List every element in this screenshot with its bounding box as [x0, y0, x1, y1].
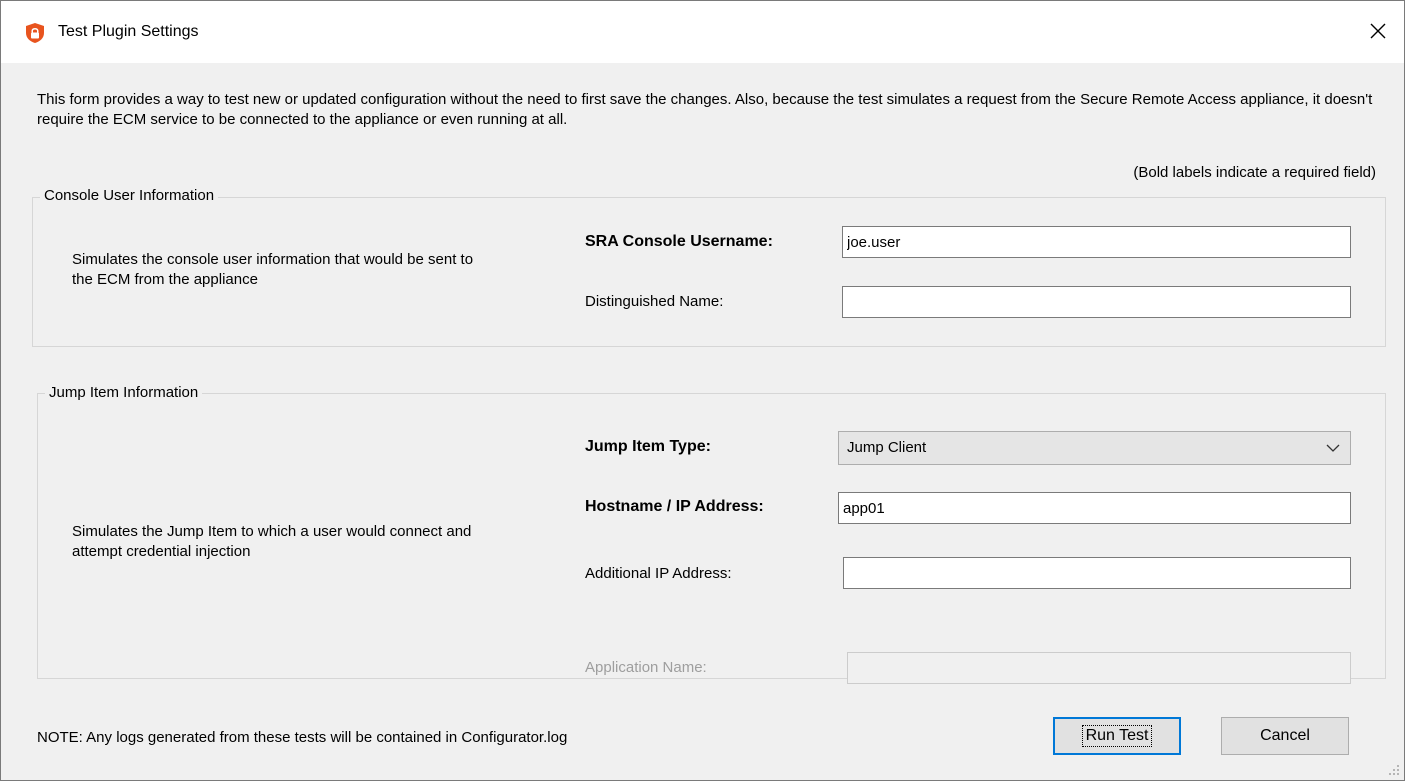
required-field-note: (Bold labels indicate a required field) — [1133, 164, 1376, 181]
sra-console-username-label: SRA Console Username: — [585, 233, 773, 250]
application-name-label: Application Name: — [585, 659, 707, 676]
hostname-ip-label: Hostname / IP Address: — [585, 498, 764, 515]
distinguished-name-input[interactable] — [842, 286, 1351, 318]
run-test-label: Run Test — [1081, 725, 1153, 747]
jump-item-group-title: Jump Item Information — [45, 384, 203, 401]
additional-ip-label: Additional IP Address: — [585, 565, 732, 582]
jump-item-type-dropdown[interactable]: Jump Client — [838, 431, 1351, 465]
cancel-button[interactable]: Cancel — [1221, 717, 1349, 755]
application-name-input — [847, 652, 1351, 684]
log-note: NOTE: Any logs generated from these test… — [37, 729, 568, 746]
close-icon — [1370, 23, 1386, 39]
test-plugin-settings-dialog: Test Plugin Settings This form provides … — [0, 0, 1405, 781]
jump-item-type-label: Jump Item Type: — [585, 438, 711, 455]
cancel-label: Cancel — [1260, 727, 1310, 744]
distinguished-name-label: Distinguished Name: — [585, 293, 724, 310]
jump-item-description: Simulates the Jump Item to which a user … — [72, 523, 472, 560]
intro-text: This form provides a way to test new or … — [37, 91, 1373, 128]
chevron-down-icon — [1326, 444, 1340, 452]
sra-console-username-input[interactable] — [842, 226, 1351, 258]
close-button[interactable] — [1358, 11, 1398, 51]
shield-icon — [25, 22, 45, 44]
jump-item-type-value: Jump Client — [847, 439, 927, 456]
window-title: Test Plugin Settings — [58, 23, 199, 40]
additional-ip-input[interactable] — [843, 557, 1351, 589]
console-user-description: Simulates the console user information t… — [72, 251, 474, 288]
title-bar: Test Plugin Settings — [1, 1, 1404, 63]
console-user-group-title: Console User Information — [40, 187, 219, 204]
hostname-ip-input[interactable] — [838, 492, 1351, 524]
run-test-button[interactable]: Run Test — [1053, 717, 1181, 755]
resize-grip-icon[interactable] — [1386, 762, 1400, 776]
